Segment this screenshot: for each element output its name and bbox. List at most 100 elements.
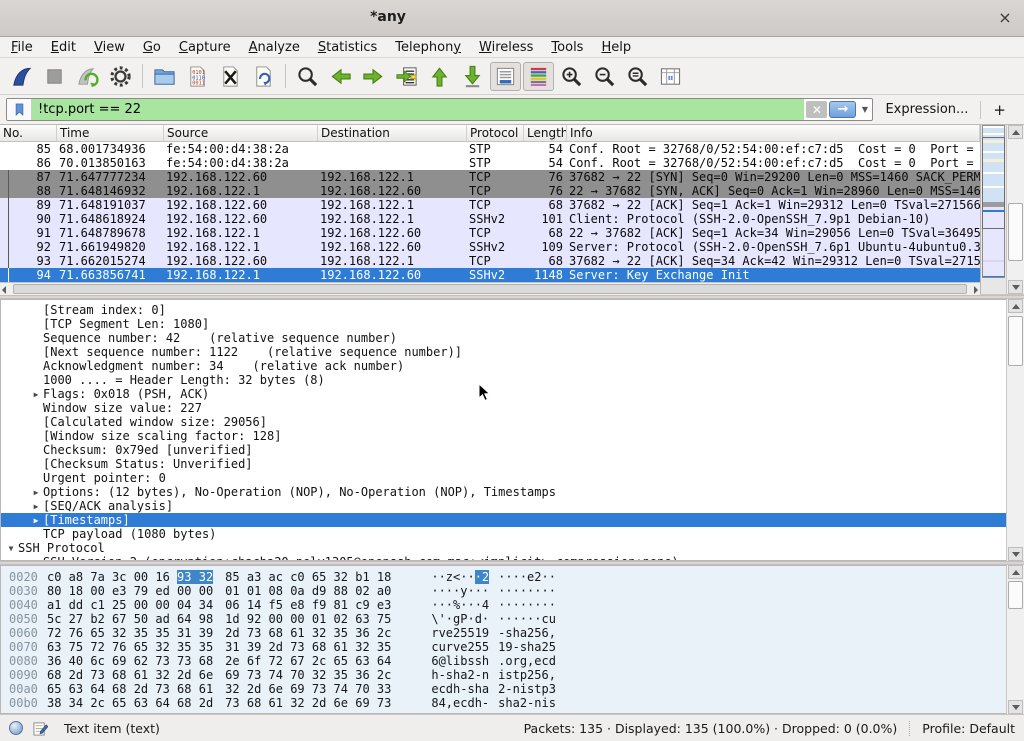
column-header-no[interactable]: No. (0, 125, 57, 141)
hscroll-right-arrow[interactable] (974, 286, 978, 294)
hex-row-0080[interactable]: 008036 40 6c 69 62 73 73 682e 6f 72 67 2… (1, 654, 1006, 668)
expand-arrow[interactable]: ▼ (4, 542, 18, 555)
filter-apply-button[interactable]: → (829, 101, 856, 118)
packet-row-91[interactable]: 9171.648789678192.168.122.1192.168.122.6… (0, 226, 980, 240)
expand-arrow[interactable]: ▶ (29, 388, 43, 401)
filter-history-dropdown[interactable]: ▼ (857, 99, 872, 120)
column-header-source[interactable]: Source (164, 125, 318, 141)
detail-line[interactable]: [Calculated window size: 29056] (1, 415, 1006, 429)
hex-row-0040[interactable]: 0040a1 dd c1 25 00 00 04 3406 14 f5 e8 f… (1, 598, 1006, 612)
hex-vscroll-thumb[interactable] (1008, 581, 1023, 609)
auto-scroll-button[interactable] (490, 62, 521, 91)
vscroll-up-arrow[interactable] (1008, 125, 1023, 139)
menu-telephony[interactable]: Telephony (386, 39, 470, 56)
close-file-button[interactable] (215, 62, 246, 91)
detail-line[interactable]: ▶[Timestamps] (1, 513, 1006, 527)
menu-tools[interactable]: Tools (542, 39, 592, 56)
column-header-info[interactable]: Info (567, 125, 980, 141)
menu-file[interactable]: File (2, 39, 42, 56)
column-header-time[interactable]: Time (57, 125, 164, 141)
filter-bookmark-button[interactable] (7, 99, 32, 120)
start-capture-button[interactable] (6, 62, 37, 91)
hex-row-0090[interactable]: 009068 2d 73 68 61 32 2d 6e69 73 74 70 3… (1, 668, 1006, 682)
hex-row-00b0[interactable]: 00b038 34 2c 65 63 64 68 2d73 68 61 32 2… (1, 696, 1006, 710)
hscroll-left-arrow[interactable] (2, 286, 6, 294)
packet-list-hscrollbar[interactable] (0, 282, 980, 295)
packet-row-90[interactable]: 9071.648618924192.168.122.60192.168.122.… (0, 212, 980, 226)
detail-line[interactable]: [Window size scaling factor: 128] (1, 429, 1006, 443)
reload-file-button[interactable] (248, 62, 279, 91)
hex-vscroll-up-arrow[interactable] (1008, 565, 1023, 579)
stop-capture-button[interactable] (39, 62, 70, 91)
detail-line[interactable]: ▶Options: (12 bytes), No-Operation (NOP)… (1, 485, 1006, 499)
detail-line[interactable]: [Stream index: 0] (1, 303, 1006, 317)
packet-row-88[interactable]: 8871.648146932192.168.122.1192.168.122.6… (0, 184, 980, 198)
go-to-packet-button[interactable] (391, 62, 422, 91)
colorize-button[interactable] (523, 62, 554, 91)
details-vscroll-thumb[interactable] (1008, 316, 1023, 366)
packet-row-86[interactable]: 8670.013850163fe:54:00:d4:38:2aSTP54Conf… (0, 156, 980, 170)
detail-line[interactable]: 1000 .... = Header Length: 32 bytes (8) (1, 373, 1006, 387)
add-filter-button[interactable]: + (993, 101, 1006, 119)
column-header-destination[interactable]: Destination (318, 125, 467, 141)
restart-capture-button[interactable] (72, 62, 103, 91)
detail-line[interactable]: Acknowledgment number: 34 (relative ack … (1, 359, 1006, 373)
packet-row-85[interactable]: 8568.001734936fe:54:00:d4:38:2aSTP54Conf… (0, 142, 980, 156)
expand-arrow[interactable]: ▶ (29, 514, 43, 527)
details-vscroll-down-arrow[interactable] (1008, 547, 1023, 561)
detail-line[interactable]: ▶Flags: 0x018 (PSH, ACK) (1, 387, 1006, 401)
detail-line[interactable]: Checksum: 0x79ed [unverified] (1, 443, 1006, 457)
details-vscroll-up-arrow[interactable] (1008, 299, 1023, 313)
packet-list-minimap[interactable] (980, 125, 1006, 294)
display-filter-input[interactable] (32, 99, 804, 120)
filter-clear-button[interactable]: ✕ (806, 101, 827, 118)
menu-wireless[interactable]: Wireless (470, 39, 542, 56)
packet-row-92[interactable]: 9271.661949820192.168.122.1192.168.122.6… (0, 240, 980, 254)
hex-row-0060[interactable]: 006072 76 65 32 35 35 31 392d 73 68 61 3… (1, 626, 1006, 640)
open-file-button[interactable] (149, 62, 180, 91)
detail-line[interactable]: Sequence number: 42 (relative sequence n… (1, 331, 1006, 345)
save-file-button[interactable]: 010101100011 (182, 62, 213, 91)
go-forward-button[interactable] (358, 62, 389, 91)
find-packet-button[interactable] (292, 62, 323, 91)
detail-line[interactable]: Urgent pointer: 0 (1, 471, 1006, 485)
menu-statistics[interactable]: Statistics (309, 39, 386, 56)
zoom-in-button[interactable] (556, 62, 587, 91)
hex-vscroll-down-arrow[interactable] (1008, 700, 1023, 714)
go-first-button[interactable] (424, 62, 455, 91)
expert-info-button[interactable] (9, 721, 23, 735)
column-header-protocol[interactable]: Protocol (467, 125, 524, 141)
menu-analyze[interactable]: Analyze (240, 39, 309, 56)
hscroll-thumb[interactable] (13, 284, 967, 294)
detail-line[interactable]: [TCP Segment Len: 1080] (1, 317, 1006, 331)
menu-capture[interactable]: Capture (170, 39, 240, 56)
hex-row-00a0[interactable]: 00a065 63 64 68 2d 73 68 6132 2d 6e 69 7… (1, 682, 1006, 696)
detail-line[interactable]: TCP payload (1080 bytes) (1, 527, 1006, 541)
capture-options-button[interactable] (105, 62, 136, 91)
column-header-length[interactable]: Length (524, 125, 567, 141)
detail-line[interactable]: ▶[SEQ/ACK analysis] (1, 499, 1006, 513)
zoom-out-button[interactable] (589, 62, 620, 91)
details-vscrollbar[interactable] (1006, 299, 1024, 561)
detail-line[interactable]: ▼SSH Protocol (1, 541, 1006, 555)
detail-line[interactable]: [Checksum Status: Unverified] (1, 457, 1006, 471)
expression-button[interactable]: Expression... (885, 102, 968, 117)
vscroll-thumb[interactable] (1008, 203, 1023, 261)
hex-row-0070[interactable]: 007063 75 72 76 65 32 35 3531 39 2d 73 6… (1, 640, 1006, 654)
close-window-button[interactable]: × (994, 7, 1016, 29)
menu-view[interactable]: View (85, 39, 134, 56)
detail-line[interactable]: Window size value: 227 (1, 401, 1006, 415)
resize-columns-button[interactable] (655, 62, 686, 91)
menu-go[interactable]: Go (134, 39, 170, 56)
hex-row-0030[interactable]: 003080 18 00 e3 79 ed 00 0001 01 08 0a d… (1, 584, 1006, 598)
hex-vscrollbar[interactable] (1006, 565, 1024, 714)
packet-row-87[interactable]: 8771.647777234192.168.122.60192.168.122.… (0, 170, 980, 184)
expand-arrow[interactable]: ▶ (29, 500, 43, 513)
vscroll-down-arrow[interactable] (1008, 280, 1023, 294)
go-back-button[interactable] (325, 62, 356, 91)
capture-comment-button[interactable] (33, 721, 48, 736)
packet-list-vscrollbar[interactable] (1006, 125, 1024, 294)
packet-row-93[interactable]: 9371.662015274192.168.122.60192.168.122.… (0, 254, 980, 268)
zoom-reset-button[interactable] (622, 62, 653, 91)
menu-edit[interactable]: Edit (42, 39, 85, 56)
